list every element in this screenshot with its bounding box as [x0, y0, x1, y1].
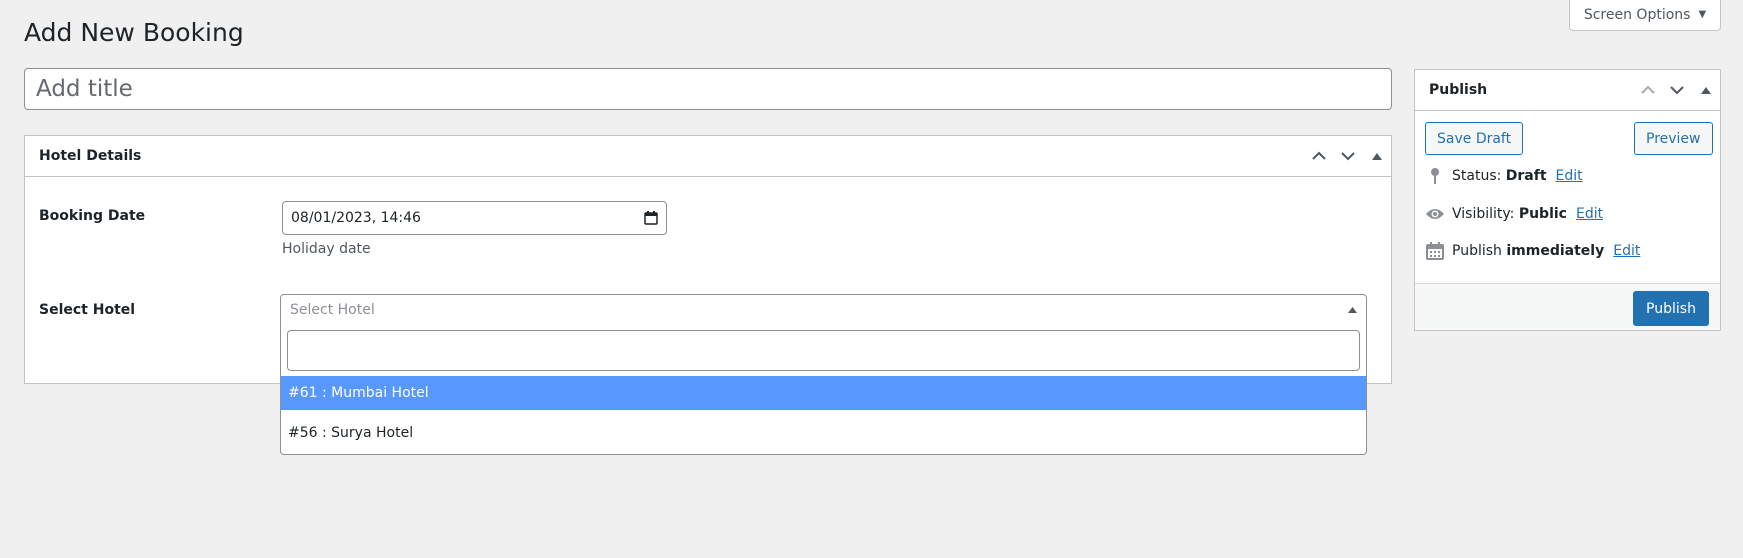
post-title-input[interactable] [24, 68, 1392, 110]
metabox-header: Hotel Details [25, 136, 1391, 177]
caret-up-icon [1348, 307, 1357, 313]
booking-date-input[interactable]: 08/01/2023, 14:46 [282, 201, 667, 235]
toggle-triangle-icon [1371, 152, 1382, 160]
metabox-title: Publish [1429, 82, 1488, 98]
move-up-button[interactable] [1304, 136, 1333, 177]
select-hotel-options-panel: #61 : Mumbai Hotel #56 : Surya Hotel [280, 325, 1367, 455]
status-value: Draft [1505, 168, 1547, 184]
caret-down-icon: ▼ [1698, 9, 1707, 20]
visibility-text: Visibility: Public [1452, 206, 1567, 222]
preview-button[interactable]: Preview [1634, 122, 1713, 155]
toggle-panel-button[interactable] [1691, 70, 1720, 111]
select-hotel-placeholder: Select Hotel [290, 302, 375, 318]
chevron-up-icon [1311, 151, 1326, 160]
status-row: Status: Draft Edit [1425, 166, 1583, 186]
schedule-value: immediately [1506, 243, 1605, 259]
handle-actions [1633, 70, 1720, 110]
metabox-header: Publish [1415, 70, 1720, 111]
eye-icon [1425, 204, 1445, 224]
booking-date-label: Booking Date [39, 208, 146, 224]
move-down-button[interactable] [1662, 70, 1691, 111]
chevron-down-icon [1340, 152, 1355, 161]
hotel-search-input[interactable] [287, 330, 1360, 371]
edit-visibility-link[interactable]: Edit [1576, 206, 1603, 222]
screen-options-button[interactable]: Screen Options ▼ [1569, 0, 1721, 31]
move-down-button[interactable] [1333, 136, 1362, 177]
toggle-triangle-icon [1700, 86, 1711, 94]
metabox-title: Hotel Details [39, 148, 142, 164]
hotel-option[interactable]: #56 : Surya Hotel [281, 416, 1366, 450]
chevron-up-icon [1640, 85, 1655, 94]
publish-metabox: Publish Save Draft Preview Status: Draft… [1414, 69, 1721, 331]
booking-date-value: 08/01/2023, 14:46 [291, 210, 421, 226]
hotel-option-label: #61 : Mumbai Hotel [288, 385, 429, 401]
visibility-value: Public [1518, 206, 1567, 222]
schedule-row: Publish immediately Edit [1425, 241, 1640, 261]
chevron-down-icon [1669, 86, 1684, 95]
handle-actions [1304, 136, 1391, 176]
toggle-panel-button[interactable] [1362, 136, 1391, 177]
move-up-button[interactable] [1633, 70, 1662, 111]
pin-icon [1425, 166, 1445, 186]
status-text: Status: Draft [1452, 168, 1547, 184]
schedule-text: Publish immediately [1452, 243, 1605, 259]
publish-actions-bar: Publish [1415, 283, 1720, 330]
publish-button[interactable]: Publish [1633, 291, 1709, 326]
hotel-option[interactable]: #61 : Mumbai Hotel [281, 376, 1366, 410]
calendar-icon[interactable] [644, 211, 658, 225]
save-draft-button[interactable]: Save Draft [1425, 122, 1524, 155]
select-hotel-label: Select Hotel [39, 302, 136, 318]
screen-options-label: Screen Options [1583, 6, 1691, 23]
booking-date-description: Holiday date [282, 241, 371, 257]
edit-schedule-link[interactable]: Edit [1613, 243, 1640, 259]
select-hotel-dropdown[interactable]: Select Hotel [280, 294, 1367, 326]
calendar-grid-icon [1425, 241, 1445, 261]
hotel-option-label: #56 : Surya Hotel [288, 425, 414, 441]
edit-status-link[interactable]: Edit [1556, 168, 1583, 184]
visibility-row: Visibility: Public Edit [1425, 204, 1603, 224]
page-title: Add New Booking [24, 18, 244, 47]
